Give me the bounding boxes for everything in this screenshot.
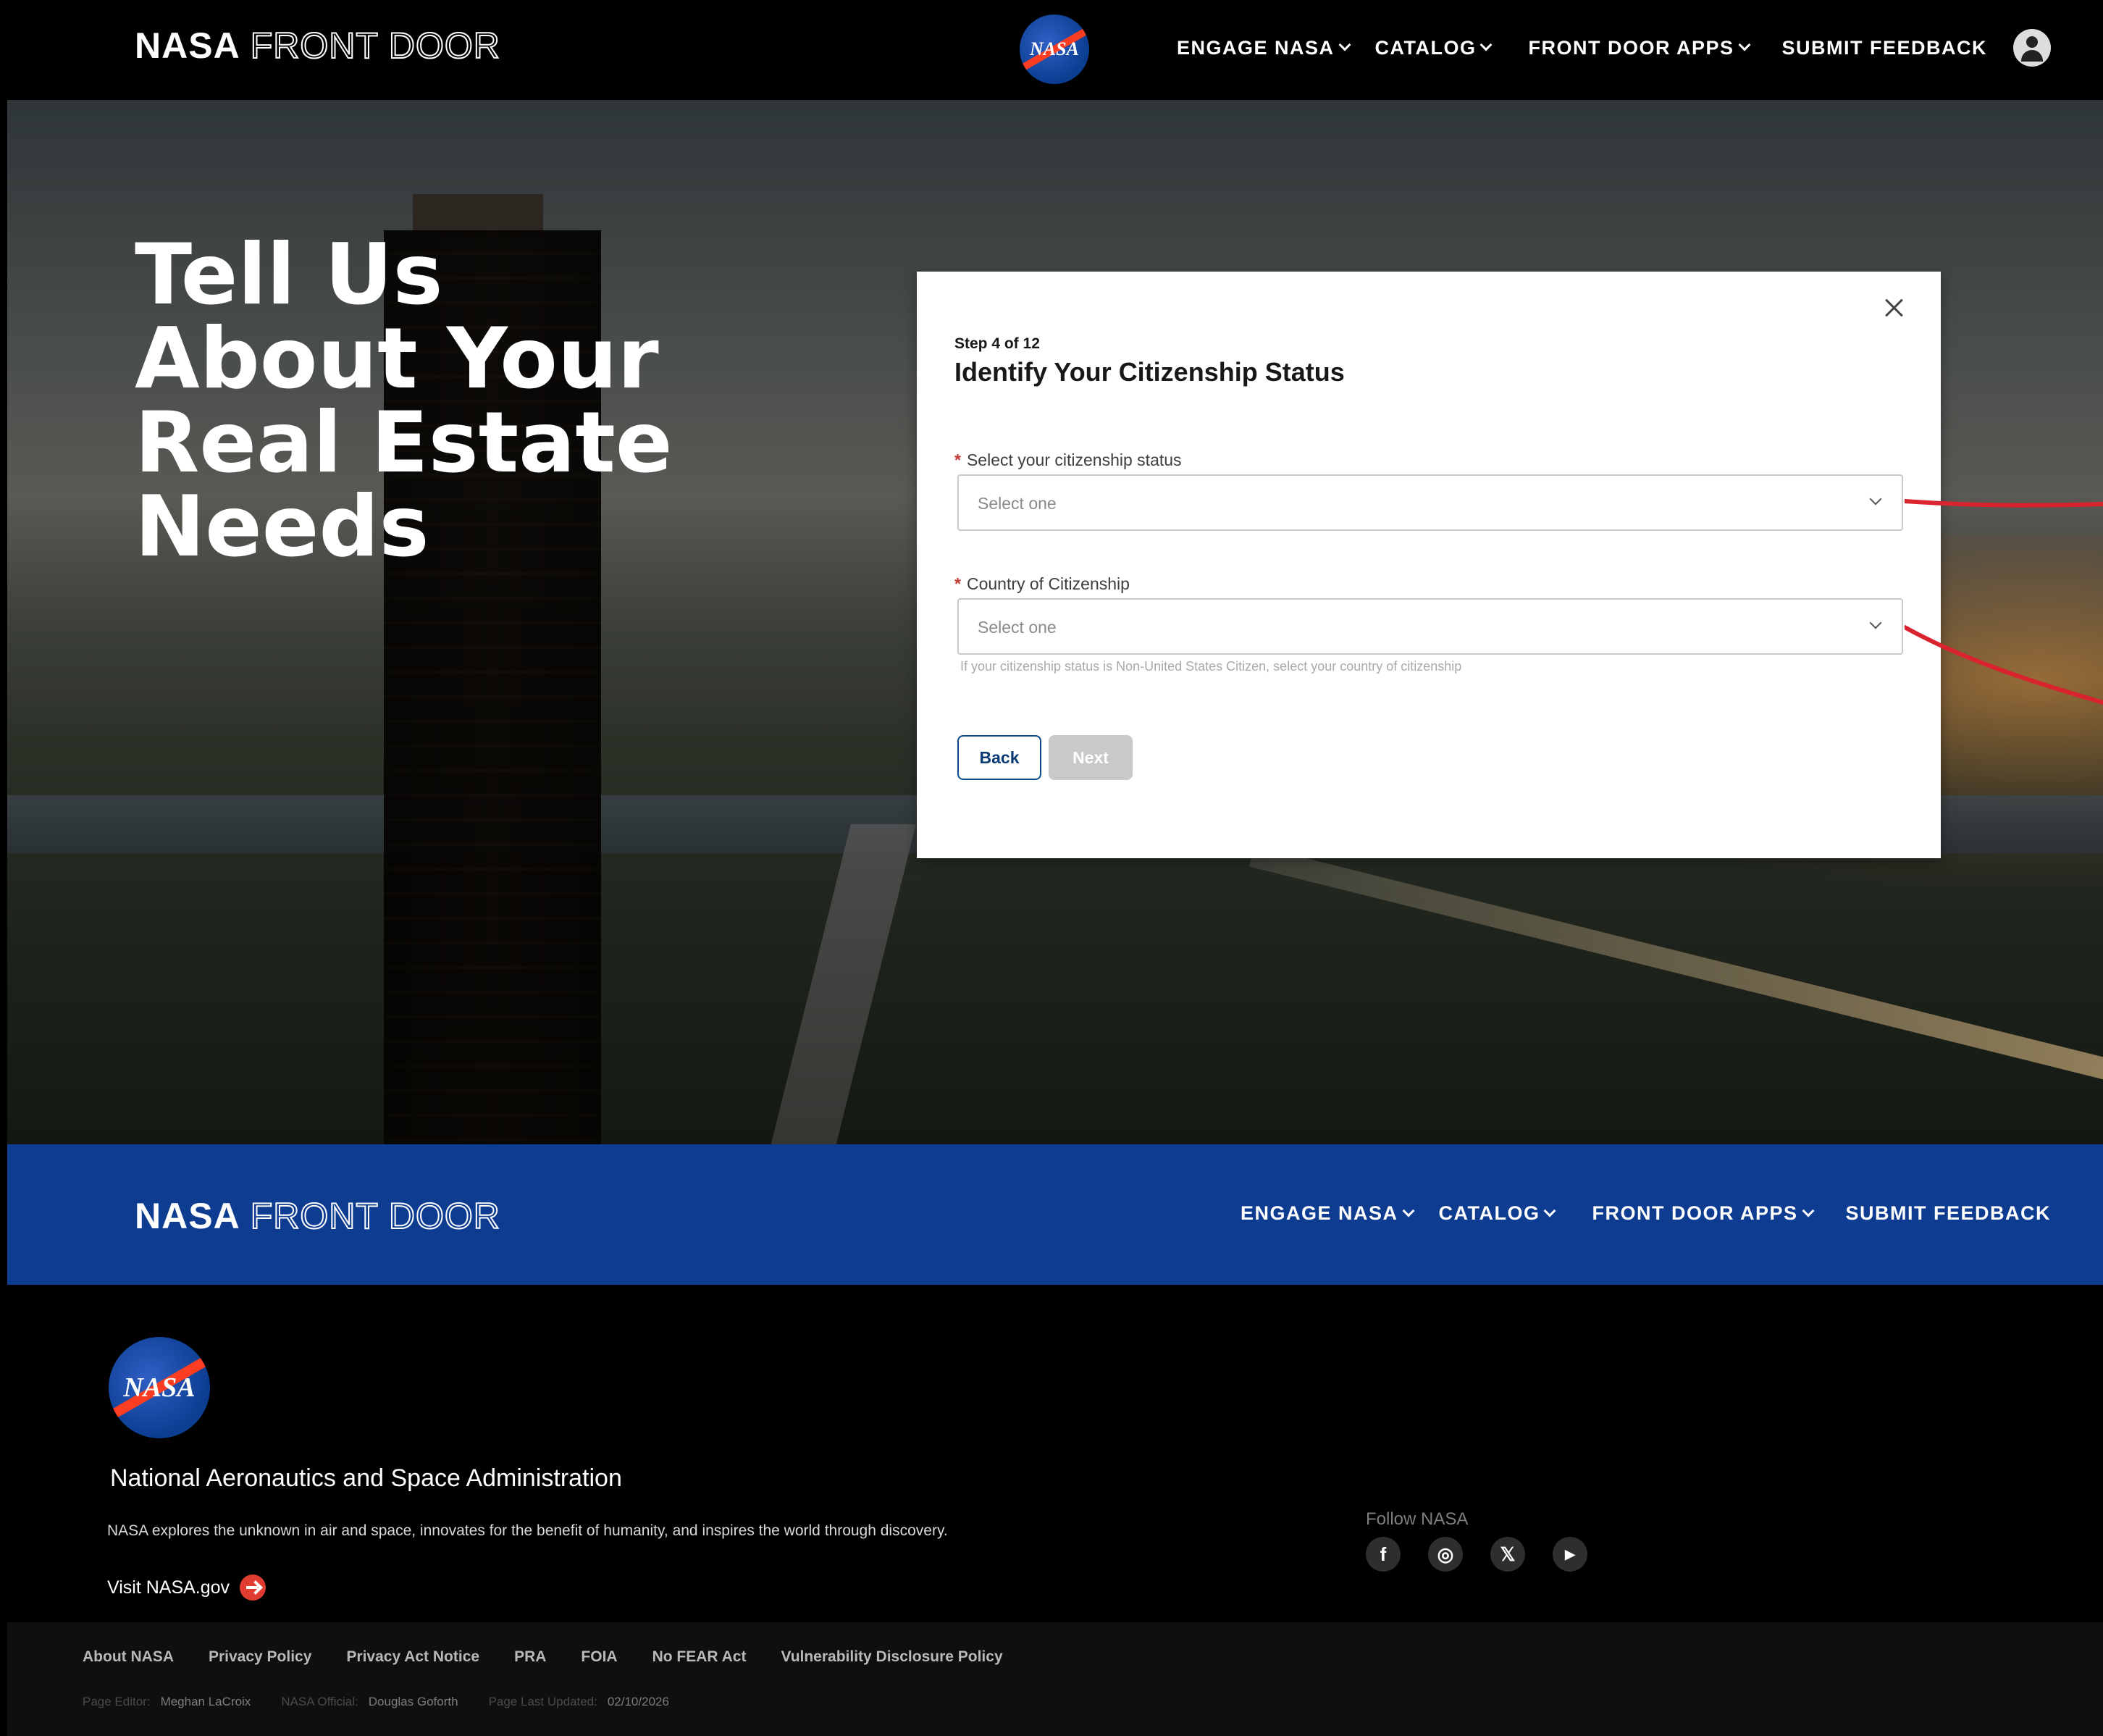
brand-front-door: FRONT DOOR	[250, 25, 500, 67]
citizenship-status-select[interactable]: Select one	[957, 474, 1903, 531]
footer-brand-logo-text[interactable]: NASA FRONT DOOR	[135, 1195, 500, 1237]
chevron-down-icon	[1802, 1204, 1814, 1217]
legal-link-about[interactable]: About NASA	[83, 1648, 174, 1666]
step-indicator: Step 4 of 12	[954, 335, 1040, 352]
chevron-down-icon	[1479, 38, 1493, 51]
close-icon[interactable]	[1880, 293, 1909, 322]
nav-engage-nasa[interactable]: ENGAGE NASA	[1176, 36, 1351, 59]
instagram-icon[interactable]: ◎	[1428, 1537, 1463, 1572]
chevron-down-icon	[1543, 1204, 1556, 1217]
visit-nasa-label: Visit NASA.gov	[107, 1577, 230, 1598]
required-asterisk: *	[954, 450, 961, 469]
footer-nav-bar: NASA FRONT DOOR ENGAGE NASA CATALOG FRONT…	[7, 1144, 2103, 1285]
page-editor-key: Page Editor:	[83, 1695, 151, 1708]
hero-title-line: About Your	[135, 310, 659, 408]
citizenship-modal: Step 4 of 12 Identify Your Citizenship S…	[917, 272, 1941, 858]
arrow-right-icon	[240, 1574, 266, 1601]
annotation-arrows	[1905, 499, 2103, 705]
hero-title-line: Tell Us	[135, 226, 443, 324]
footer-nasa-logo-text: NASA	[123, 1372, 196, 1403]
country-citizenship-label-text: Country of Citizenship	[966, 574, 1130, 593]
user-avatar-icon[interactable]	[2013, 29, 2051, 67]
nasa-official-key: NASA Official:	[281, 1695, 358, 1708]
footer-nav-catalog[interactable]: CATALOG	[1438, 1202, 1556, 1225]
next-button: Next	[1049, 735, 1133, 780]
nasa-official-value: Douglas Goforth	[368, 1695, 458, 1708]
country-citizenship-select[interactable]: Select one	[957, 598, 1903, 655]
chevron-down-icon	[1338, 38, 1351, 51]
chevron-down-icon	[1869, 492, 1882, 506]
chevron-down-icon	[1869, 616, 1882, 629]
org-name: National Aeronautics and Space Administr…	[110, 1464, 622, 1492]
chevron-down-icon	[1738, 38, 1750, 51]
youtube-icon[interactable]: ▶	[1553, 1537, 1587, 1572]
brand-nasa: NASA	[135, 1196, 240, 1236]
nav-front-door-apps[interactable]: FRONT DOOR APPS	[1528, 36, 1750, 59]
social-links: f ◎ 𝕏 ▶	[1366, 1537, 1587, 1572]
required-asterisk: *	[954, 574, 961, 593]
legal-link-vdp[interactable]: Vulnerability Disclosure Policy	[781, 1648, 1002, 1666]
chevron-down-icon	[1402, 1204, 1414, 1217]
footer-nav-submit-feedback[interactable]: SUBMIT FEEDBACK	[1846, 1202, 2052, 1225]
nasa-logo-text: NASA	[1030, 38, 1079, 59]
citizenship-status-label: * Select your citizenship status	[954, 450, 1182, 470]
x-twitter-icon[interactable]: 𝕏	[1490, 1537, 1525, 1572]
nav-submit-feedback[interactable]: SUBMIT FEEDBACK	[1782, 37, 1988, 59]
top-header: NASA FRONT DOOR NASA ENGAGE NASA CATALOG …	[0, 0, 2103, 100]
legal-links: About NASA Privacy Policy Privacy Act No…	[83, 1648, 1003, 1666]
country-citizenship-value: Select one	[978, 618, 1057, 637]
back-button[interactable]: Back	[957, 735, 1041, 780]
nav-submit-feedback-label: SUBMIT FEEDBACK	[1781, 36, 1987, 59]
follow-label: Follow NASA	[1366, 1509, 1469, 1529]
nasa-logo-icon[interactable]: NASA	[1020, 14, 1089, 84]
country-help-text: If your citizenship status is Non-United…	[960, 659, 1462, 674]
footer-nasa-logo-icon[interactable]: NASA	[109, 1337, 210, 1438]
brand-nasa: NASA	[135, 25, 240, 66]
footer-nav: ENGAGE NASA CATALOG FRONT DOOR APPS SUBM…	[1241, 1202, 2051, 1225]
legal-link-no-fear[interactable]: No FEAR Act	[652, 1648, 747, 1666]
top-nav: ENGAGE NASA CATALOG FRONT DOOR APPS SUBM…	[1177, 29, 2051, 67]
org-description: NASA explores the unknown in air and spa…	[107, 1522, 948, 1539]
footer-nav-front-door-apps[interactable]: FRONT DOOR APPS	[1592, 1202, 1814, 1225]
footer-nav-submit-feedback-label: SUBMIT FEEDBACK	[1845, 1202, 2051, 1224]
hero-title-line: Needs	[135, 478, 429, 576]
legal-link-pra[interactable]: PRA	[514, 1648, 546, 1666]
footer-nav-engage-nasa-label: ENGAGE NASA	[1240, 1202, 1398, 1224]
modal-title: Identify Your Citizenship Status	[954, 357, 1345, 387]
page-meta: Page Editor: Meghan LaCroix NASA Officia…	[83, 1695, 689, 1709]
footer-nav-catalog-label: CATALOG	[1438, 1202, 1540, 1224]
nav-catalog-label: CATALOG	[1374, 36, 1477, 59]
footer-nav-engage-nasa[interactable]: ENGAGE NASA	[1240, 1202, 1414, 1225]
nav-engage-nasa-label: ENGAGE NASA	[1176, 36, 1335, 59]
hero-title: Tell Us About Your Real Estate Needs	[135, 233, 786, 569]
hero-title-line: Real Estate	[135, 394, 673, 492]
nav-front-door-apps-label: FRONT DOOR APPS	[1528, 36, 1734, 59]
brand-front-door: FRONT DOOR	[250, 1195, 500, 1237]
legal-link-privacy-policy[interactable]: Privacy Policy	[209, 1648, 311, 1666]
legal-footer: About NASA Privacy Policy Privacy Act No…	[7, 1622, 2103, 1736]
last-updated-value: 02/10/2026	[607, 1695, 669, 1708]
citizenship-status-value: Select one	[978, 494, 1057, 513]
footer-nav-front-door-apps-label: FRONT DOOR APPS	[1592, 1202, 1798, 1224]
citizenship-status-label-text: Select your citizenship status	[966, 450, 1182, 469]
visit-nasa-link[interactable]: Visit NASA.gov	[107, 1574, 266, 1601]
last-updated-key: Page Last Updated:	[488, 1695, 597, 1708]
site-footer: NASA National Aeronautics and Space Admi…	[7, 1285, 2103, 1622]
legal-link-privacy-act[interactable]: Privacy Act Notice	[346, 1648, 479, 1666]
legal-link-foia[interactable]: FOIA	[581, 1648, 617, 1666]
facebook-icon[interactable]: f	[1366, 1537, 1401, 1572]
nav-catalog[interactable]: CATALOG	[1374, 36, 1493, 59]
brand-logo-text[interactable]: NASA FRONT DOOR	[135, 25, 500, 67]
page-editor-value: Meghan LaCroix	[160, 1695, 251, 1708]
country-citizenship-label: * Country of Citizenship	[954, 574, 1130, 594]
